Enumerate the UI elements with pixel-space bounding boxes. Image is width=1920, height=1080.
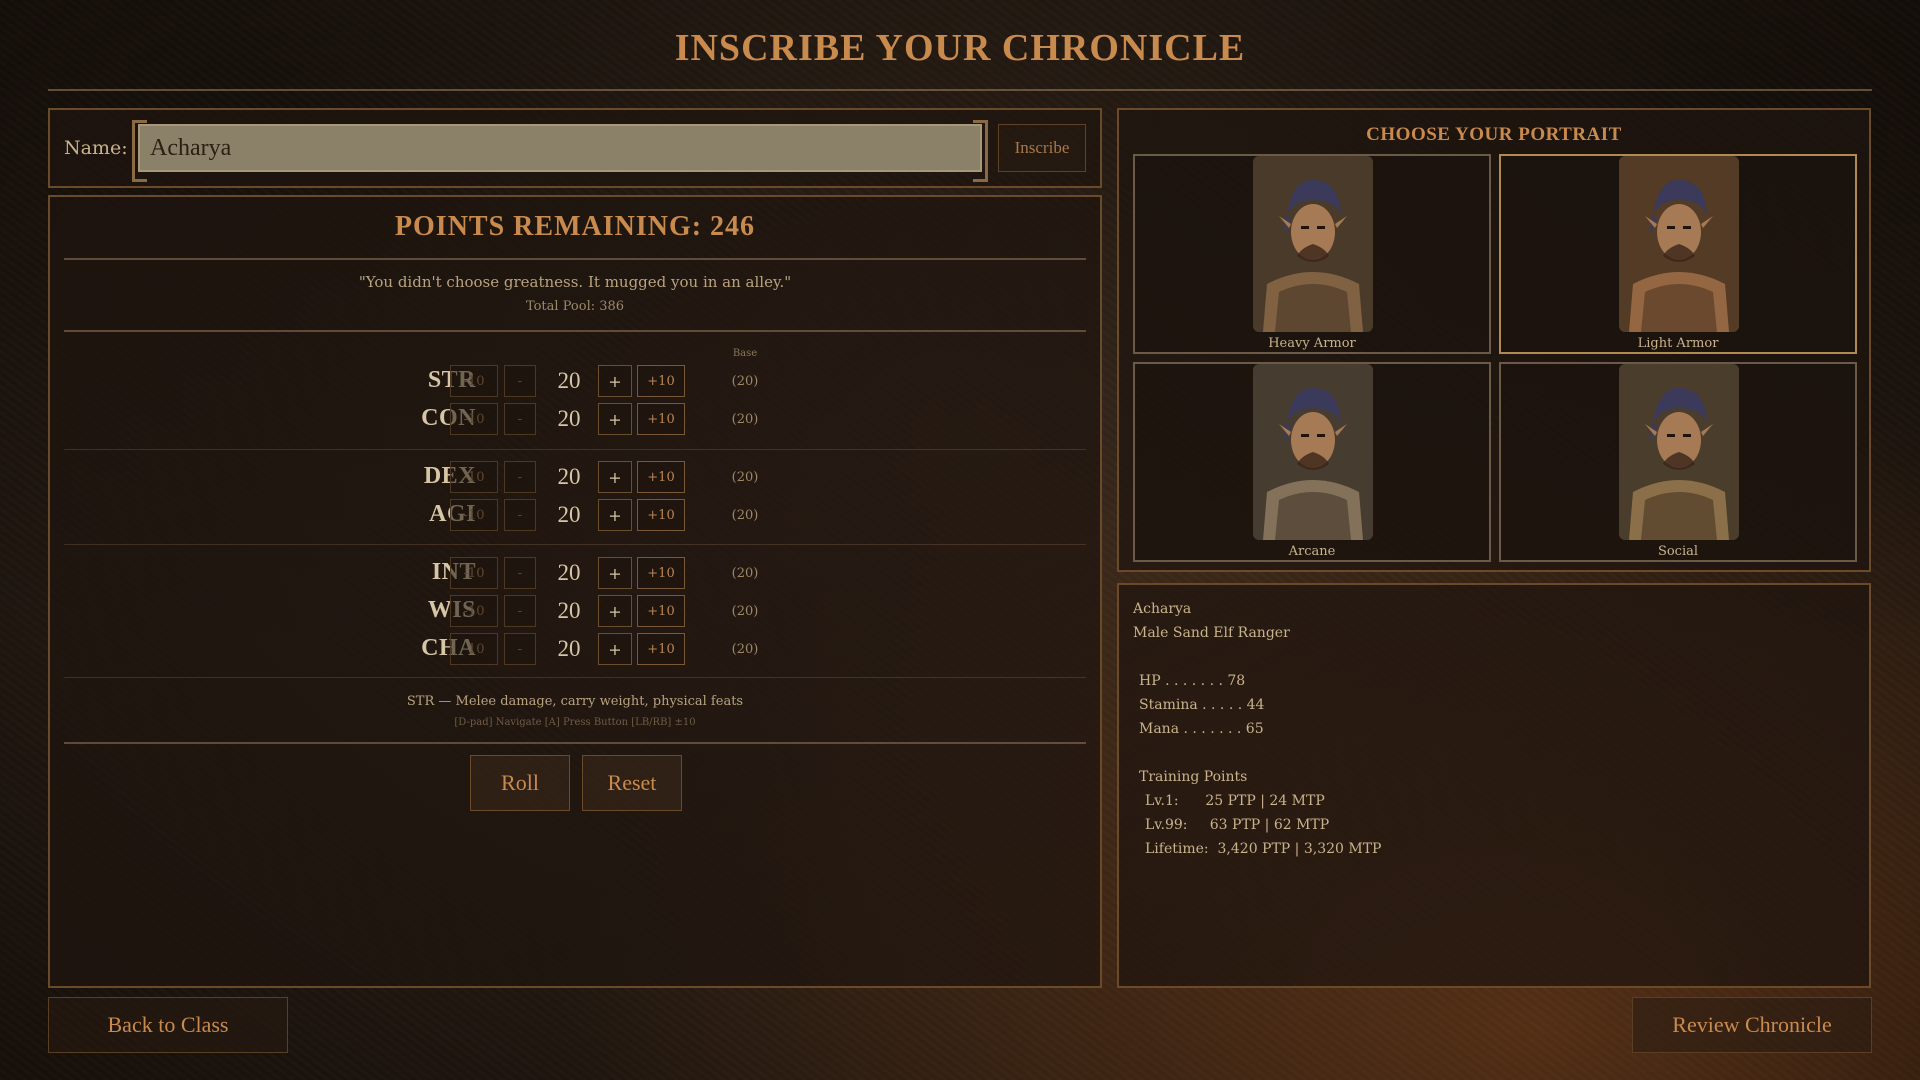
plus-one-button[interactable]: +: [598, 461, 632, 493]
stat-group-divider: [64, 544, 1086, 545]
minus-one-button[interactable]: -: [504, 499, 536, 531]
inscribe-button[interactable]: Inscribe: [998, 124, 1086, 172]
minus-one-button[interactable]: -: [504, 557, 536, 589]
character-summary-panel: Acharya Male Sand Elf Ranger HP . . . . …: [1117, 583, 1871, 988]
flavor-quote: "You didn't choose greatness. It mugged …: [358, 273, 792, 291]
name-input[interactable]: [138, 124, 982, 172]
stat-base-value: (20): [731, 470, 759, 485]
training-points-title: Training Points: [1139, 769, 1248, 785]
portrait-title: Choose Your Portrait: [1366, 124, 1622, 145]
minus-one-button[interactable]: -: [504, 403, 536, 435]
name-input-frame: [132, 120, 988, 182]
summary-stamina: Stamina . . . . . 44: [1139, 697, 1265, 713]
portrait-card[interactable]: Arcane: [1133, 362, 1491, 562]
stats-panel: Points Remaining: 246 "You didn't choose…: [48, 195, 1102, 988]
portrait-label: Arcane: [1288, 544, 1336, 559]
name-bar: Name: Inscribe: [48, 108, 1102, 188]
stat-value: 20: [557, 368, 581, 393]
plus-ten-button[interactable]: +10: [637, 403, 685, 435]
title-divider: [48, 89, 1872, 91]
portrait-label: Heavy Armor: [1268, 336, 1356, 351]
minus-one-button[interactable]: -: [504, 633, 536, 665]
portrait-image: [1619, 156, 1739, 332]
training-lifetime: Lifetime: 3,420 PTP | 3,320 MTP: [1145, 841, 1382, 857]
minus-ten-button[interactable]: -10: [450, 499, 498, 531]
stat-value: 20: [557, 636, 581, 661]
plus-one-button[interactable]: +: [598, 633, 632, 665]
portrait-image: [1253, 364, 1373, 540]
portrait-card[interactable]: Social: [1499, 362, 1857, 562]
portrait-image: [1253, 156, 1373, 332]
stat-base-value: (20): [731, 604, 759, 619]
training-lv1: Lv.1: 25 PTP | 24 MTP: [1145, 793, 1325, 809]
total-pool: Total Pool: 386: [525, 299, 625, 314]
points-remaining: Points Remaining: 246: [394, 211, 756, 242]
page-title: Inscribe Your Chronicle: [674, 27, 1246, 69]
review-chronicle-button[interactable]: Review Chronicle: [1632, 997, 1872, 1053]
summary-mana: Mana . . . . . . . 65: [1139, 721, 1264, 737]
stat-row-wis: WIS-10-20++10(20): [50, 595, 1100, 629]
base-column-header: Base: [732, 348, 758, 359]
portrait-panel: Choose Your Portrait Heavy Armor Light Ar…: [1117, 108, 1871, 572]
minus-ten-button[interactable]: -10: [450, 403, 498, 435]
summary-name: Acharya: [1133, 601, 1192, 617]
minus-ten-button[interactable]: -10: [450, 461, 498, 493]
stat-row-dex: DEX-10-20++10(20): [50, 461, 1100, 495]
stat-value: 20: [557, 502, 581, 527]
minus-ten-button[interactable]: -10: [450, 557, 498, 589]
portrait-card[interactable]: Heavy Armor: [1133, 154, 1491, 354]
divider: [64, 258, 1086, 260]
stat-row-agi: AGI-10-20++10(20): [50, 499, 1100, 533]
summary-hp: HP . . . . . . . 78: [1139, 673, 1246, 689]
stat-row-con: CON -10-20 + +10 (20): [50, 403, 1100, 437]
plus-ten-button[interactable]: +10: [637, 595, 685, 627]
divider: [64, 742, 1086, 744]
stat-base-value: (20): [731, 374, 759, 389]
stat-base-value: (20): [731, 566, 759, 581]
stat-row-cha: CHA -10-20 + +10 (20): [50, 633, 1100, 667]
roll-button[interactable]: Roll: [470, 755, 570, 811]
stat-value: 20: [557, 598, 581, 623]
portrait-label: Social: [1657, 544, 1699, 559]
plus-one-button[interactable]: +: [598, 557, 632, 589]
stat-value: 20: [557, 406, 581, 431]
plus-one-button[interactable]: +: [598, 499, 632, 531]
portrait-card[interactable]: Light Armor: [1499, 154, 1857, 354]
stat-group-divider: [64, 677, 1086, 678]
plus-ten-button[interactable]: +10: [637, 557, 685, 589]
plus-ten-button[interactable]: +10: [637, 365, 685, 397]
minus-one-button[interactable]: -: [504, 595, 536, 627]
minus-ten-button[interactable]: -10: [450, 595, 498, 627]
stat-base-value: (20): [731, 412, 759, 427]
stat-description: STR — Melee damage, carry weight, physic…: [406, 694, 744, 709]
plus-ten-button[interactable]: +10: [637, 633, 685, 665]
back-to-class-button[interactable]: Back to Class: [48, 997, 288, 1053]
minus-ten-button[interactable]: -10: [450, 633, 498, 665]
training-lv99: Lv.99: 63 PTP | 62 MTP: [1145, 817, 1330, 833]
summary-description: Male Sand Elf Ranger: [1133, 625, 1290, 641]
portrait-label: Light Armor: [1637, 336, 1719, 351]
minus-ten-button[interactable]: -10: [450, 365, 498, 397]
portrait-image: [1619, 364, 1739, 540]
plus-ten-button[interactable]: +10: [637, 461, 685, 493]
minus-one-button[interactable]: -: [504, 365, 536, 397]
stat-row-int: INT-10-20++10(20): [50, 557, 1100, 591]
name-label: Name:: [64, 137, 128, 159]
plus-one-button[interactable]: +: [598, 365, 632, 397]
plus-one-button[interactable]: +: [598, 403, 632, 435]
stat-value: 20: [557, 464, 581, 489]
stat-row-str: STR-10-20++10(20): [50, 365, 1100, 399]
stat-group-divider: [64, 449, 1086, 450]
stat-base-value: (20): [731, 642, 759, 657]
plus-ten-button[interactable]: +10: [637, 499, 685, 531]
divider: [64, 330, 1086, 332]
reset-button[interactable]: Reset: [582, 755, 682, 811]
stat-value: 20: [557, 560, 581, 585]
minus-one-button[interactable]: -: [504, 461, 536, 493]
plus-one-button[interactable]: +: [598, 595, 632, 627]
controls-hint: [D-pad] Navigate [A] Press Button [LB/RB…: [454, 717, 696, 728]
stat-base-value: (20): [731, 508, 759, 523]
